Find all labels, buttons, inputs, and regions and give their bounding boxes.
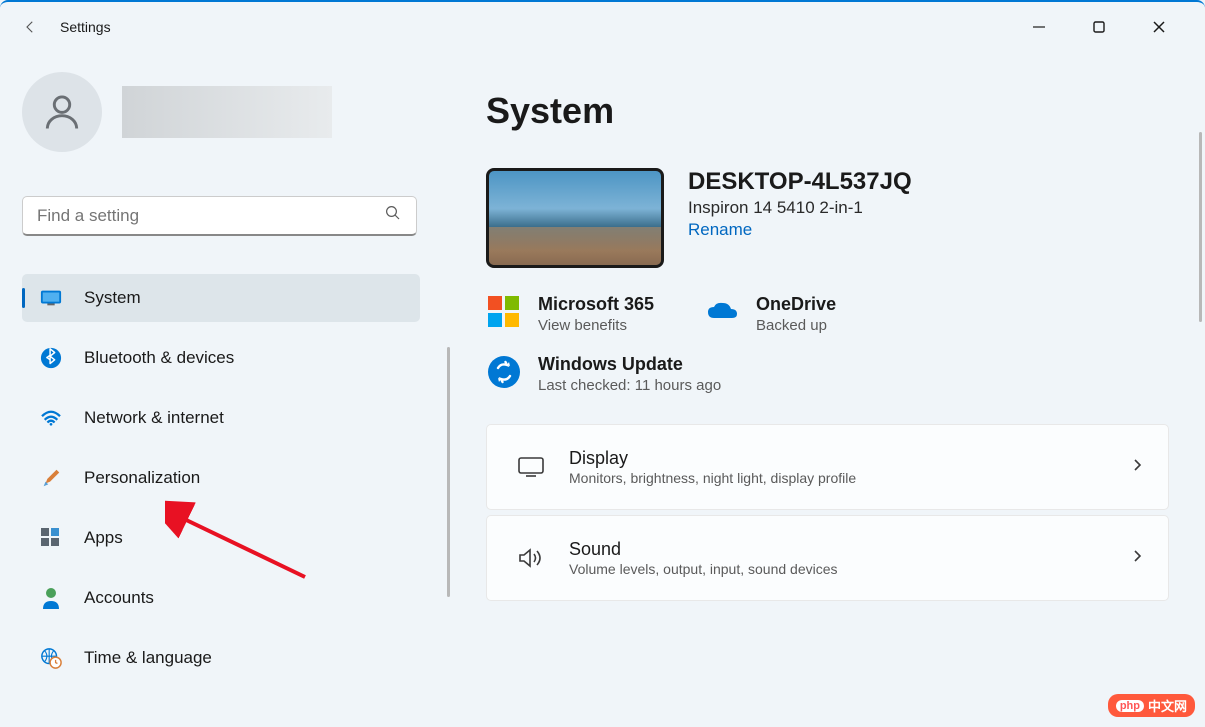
status-windows-update[interactable]: Windows Update Last checked: 11 hours ag… (486, 354, 1169, 394)
watermark-text: 中文网 (1148, 696, 1187, 715)
status-row: Microsoft 365 View benefits OneDrive Bac… (486, 294, 1169, 334)
maximize-button[interactable] (1069, 7, 1129, 47)
window-controls (1009, 7, 1189, 47)
globe-clock-icon (40, 647, 62, 669)
setting-subtitle: Volume levels, output, input, sound devi… (569, 561, 1130, 577)
sidebar-item-bluetooth[interactable]: Bluetooth & devices (22, 334, 420, 382)
sidebar-item-label: Accounts (84, 588, 154, 608)
setting-subtitle: Monitors, brightness, night light, displ… (569, 470, 1130, 486)
sync-icon (486, 354, 522, 390)
profile-section[interactable] (22, 72, 428, 152)
wifi-icon (40, 407, 62, 429)
setting-title: Display (569, 448, 1130, 469)
titlebar: Settings (0, 2, 1205, 52)
setting-text: Display Monitors, brightness, night ligh… (569, 448, 1130, 486)
apps-icon (40, 527, 62, 549)
main-layout: System Bluetooth & devices Network & int… (0, 52, 1205, 727)
close-button[interactable] (1129, 7, 1189, 47)
device-wallpaper-thumbnail[interactable] (486, 168, 664, 268)
content-scrollbar[interactable] (1199, 132, 1202, 322)
sidebar-item-accounts[interactable]: Accounts (22, 574, 420, 622)
status-onedrive[interactable]: OneDrive Backed up (704, 294, 836, 334)
monitor-icon (511, 456, 551, 478)
sidebar-item-label: Bluetooth & devices (84, 348, 234, 368)
status-title: OneDrive (756, 294, 836, 315)
onedrive-icon (704, 294, 740, 330)
status-text: Windows Update Last checked: 11 hours ag… (538, 354, 721, 394)
window-title: Settings (60, 19, 111, 35)
sidebar-item-personalization[interactable]: Personalization (22, 454, 420, 502)
watermark-badge: php 中文网 (1108, 694, 1195, 717)
sidebar-item-label: Network & internet (84, 408, 224, 428)
status-subtitle: Backed up (756, 317, 836, 334)
sidebar: System Bluetooth & devices Network & int… (0, 52, 450, 727)
sidebar-item-label: Time & language (84, 648, 212, 668)
username-redacted (122, 86, 332, 138)
avatar (22, 72, 102, 152)
device-model: Inspiron 14 5410 2-in-1 (688, 198, 912, 218)
setting-title: Sound (569, 539, 1130, 560)
page-title: System (486, 90, 1169, 132)
content-area: System DESKTOP-4L537JQ Inspiron 14 5410 … (450, 52, 1205, 727)
status-subtitle: Last checked: 11 hours ago (538, 377, 721, 394)
device-name: DESKTOP-4L537JQ (688, 168, 912, 196)
device-info-row: DESKTOP-4L537JQ Inspiron 14 5410 2-in-1 … (486, 168, 1169, 268)
search-icon (384, 204, 402, 227)
setting-display[interactable]: Display Monitors, brightness, night ligh… (486, 424, 1169, 510)
status-text: Microsoft 365 View benefits (538, 294, 654, 334)
status-title: Microsoft 365 (538, 294, 654, 315)
chevron-right-icon (1130, 549, 1144, 568)
back-button[interactable] (16, 13, 44, 41)
status-text: OneDrive Backed up (756, 294, 836, 334)
rename-link[interactable]: Rename (688, 220, 912, 240)
setting-sound[interactable]: Sound Volume levels, output, input, soun… (486, 515, 1169, 601)
minimize-button[interactable] (1009, 7, 1069, 47)
search-box[interactable] (22, 196, 417, 236)
person-icon (40, 587, 62, 609)
setting-text: Sound Volume levels, output, input, soun… (569, 539, 1130, 577)
brush-icon (40, 467, 62, 489)
sidebar-item-system[interactable]: System (22, 274, 420, 322)
sidebar-item-apps[interactable]: Apps (22, 514, 420, 562)
microsoft-logo-icon (486, 294, 522, 330)
status-subtitle: View benefits (538, 317, 654, 334)
sidebar-item-label: Personalization (84, 468, 200, 488)
search-input[interactable] (37, 206, 384, 226)
bluetooth-icon (40, 347, 62, 369)
sidebar-item-network[interactable]: Network & internet (22, 394, 420, 442)
sidebar-item-time-language[interactable]: Time & language (22, 634, 420, 682)
sidebar-item-label: System (84, 288, 141, 308)
speaker-icon (511, 546, 551, 570)
display-icon (40, 287, 62, 309)
chevron-right-icon (1130, 458, 1144, 477)
device-info: DESKTOP-4L537JQ Inspiron 14 5410 2-in-1 … (688, 168, 912, 240)
status-title: Windows Update (538, 354, 721, 375)
nav-list: System Bluetooth & devices Network & int… (22, 274, 428, 682)
status-microsoft365[interactable]: Microsoft 365 View benefits (486, 294, 654, 334)
sidebar-item-label: Apps (84, 528, 123, 548)
